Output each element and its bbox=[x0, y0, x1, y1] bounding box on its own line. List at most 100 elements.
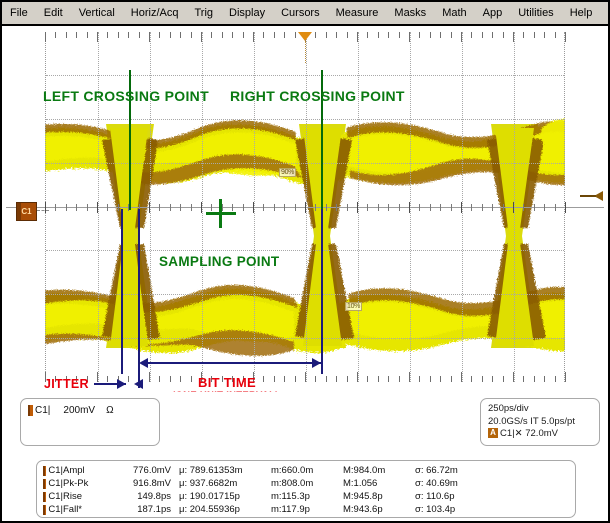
bit-time-arrow-head-left bbox=[139, 358, 148, 368]
graticule-edge-tick bbox=[55, 32, 56, 38]
table-row[interactable]: C1| Pk-Pk 916.8mV μ: 937.6682m m:808.0m … bbox=[43, 477, 575, 490]
axis-tick-minor bbox=[180, 204, 181, 211]
axis-tick-minor bbox=[492, 204, 493, 211]
channel-color-chip-icon bbox=[43, 505, 46, 515]
sampling-point-marker-v bbox=[219, 199, 222, 228]
graticule-edge-tick bbox=[357, 372, 358, 382]
graticule-edge-tick bbox=[243, 32, 244, 38]
axis-tick-minor bbox=[336, 204, 337, 211]
graticule-edge-tick bbox=[388, 32, 389, 38]
menu-item-app[interactable]: App bbox=[476, 5, 510, 21]
measurement-stdev: σ: 103.4p bbox=[415, 504, 485, 515]
graticule-edge-tick bbox=[378, 32, 379, 38]
measurement-source-label: C1 bbox=[48, 504, 60, 515]
menu-item-trig[interactable]: Trig bbox=[187, 5, 220, 21]
bit-time-arrow-head-right bbox=[312, 358, 321, 368]
menu-item-masks[interactable]: Masks bbox=[387, 5, 433, 21]
graticule-edge-tick bbox=[336, 376, 337, 382]
graticule-edge-tick bbox=[149, 32, 150, 42]
axis-tick-minor bbox=[482, 204, 483, 211]
measurement-source-label: C1 bbox=[48, 478, 60, 489]
bit-time-label: BIT TIME bbox=[198, 375, 256, 390]
channel-label: C1 bbox=[35, 405, 48, 416]
graticule-edge-tick bbox=[97, 32, 98, 42]
jitter-arrow-head-left bbox=[134, 379, 143, 389]
graticule-edge-tick bbox=[76, 32, 77, 38]
graticule-edge-tick bbox=[253, 32, 254, 42]
menu-item-file[interactable]: File bbox=[3, 5, 35, 21]
measurement-name: Pk-Pk bbox=[63, 478, 105, 489]
graticule-edge-tick bbox=[451, 376, 452, 382]
graticule-edge-tick bbox=[66, 32, 67, 38]
menu-item-horiz-acq[interactable]: Horiz/Acq bbox=[124, 5, 186, 21]
menu-item-measure[interactable]: Measure bbox=[329, 5, 386, 21]
channel-color-chip-icon bbox=[43, 479, 46, 489]
graticule-edge-tick bbox=[201, 32, 202, 42]
channel-settings-box[interactable]: C1 | 200mV Ω bbox=[20, 398, 160, 446]
axis-tick-minor bbox=[471, 204, 472, 211]
measurement-stdev: σ: 40.69m bbox=[415, 478, 485, 489]
axis-tick-minor bbox=[419, 204, 420, 211]
axis-tick-minor bbox=[503, 204, 504, 211]
menu-item-help[interactable]: Help bbox=[563, 5, 600, 21]
menu-item-edit[interactable]: Edit bbox=[37, 5, 70, 21]
menu-item-buttons[interactable]: Buttons bbox=[601, 5, 610, 21]
graticule-edge-tick bbox=[471, 376, 472, 382]
graticule-edge-tick bbox=[347, 376, 348, 382]
right-crossing-cursor-lower[interactable] bbox=[321, 209, 323, 374]
measurement-min: m:115.3p bbox=[271, 491, 343, 502]
axis-tick-minor bbox=[159, 204, 160, 211]
axis-tick-minor bbox=[523, 204, 524, 211]
measurement-min: m:660.0m bbox=[271, 465, 343, 476]
axis-tick-major bbox=[409, 202, 410, 213]
graticule-edge-tick bbox=[378, 376, 379, 382]
graticule-edge-tick bbox=[45, 32, 46, 42]
axis-tick-major bbox=[305, 202, 306, 213]
graticule-edge-tick bbox=[471, 32, 472, 38]
bit-time-sublabel: (ONE UNIT INTERVAL) bbox=[172, 390, 279, 392]
graticule-edge-tick bbox=[451, 32, 452, 38]
measurement-table[interactable]: C1| Ampl 776.0mV μ: 789.61353m m:660.0m … bbox=[36, 460, 576, 518]
channel-vertical-scale: 200mV bbox=[63, 405, 95, 416]
graticule-edge-tick bbox=[555, 32, 556, 38]
graticule-edge-tick bbox=[159, 376, 160, 382]
channel-reference-label: C1 bbox=[21, 207, 31, 216]
graticule-edge-tick bbox=[191, 32, 192, 38]
menu-item-utilities[interactable]: Utilities bbox=[511, 5, 560, 21]
channel-settings-row: C1 | 200mV Ω bbox=[28, 405, 114, 416]
graticule-edge-tick bbox=[523, 376, 524, 382]
mask-10-percent-label: 10% bbox=[345, 302, 362, 311]
graticule-edge-tick bbox=[315, 376, 316, 382]
axis-tick-major bbox=[513, 202, 514, 213]
axis-tick-major bbox=[97, 202, 98, 213]
axis-tick-minor bbox=[295, 204, 296, 211]
menu-item-math[interactable]: Math bbox=[435, 5, 473, 21]
right-crossing-label: RIGHT CROSSING POINT bbox=[230, 88, 405, 104]
measurement-source: C1| bbox=[43, 504, 63, 515]
measurement-min: m:117.9p bbox=[271, 504, 343, 515]
graticule-edge-tick bbox=[97, 372, 98, 382]
graticule-edge-tick bbox=[87, 32, 88, 38]
menu-item-display[interactable]: Display bbox=[222, 5, 272, 21]
graticule-edge-tick bbox=[159, 32, 160, 38]
measurement-max: M:984.0m bbox=[343, 465, 415, 476]
channel-reference-marker[interactable]: C1 bbox=[16, 202, 37, 221]
waveform-display[interactable]: C1 LEFT CROSSING POINT RIGHT CROSSING PO… bbox=[2, 28, 608, 392]
axis-tick-minor bbox=[232, 204, 233, 211]
menu-item-cursors[interactable]: Cursors bbox=[274, 5, 327, 21]
measurement-value: 916.8mV bbox=[105, 478, 179, 489]
graticule-edge-tick bbox=[107, 376, 108, 382]
axis-tick-minor bbox=[544, 204, 545, 211]
trigger-position-marker[interactable] bbox=[298, 32, 312, 41]
table-row[interactable]: C1| Fall* 187.1ps μ: 204.55936p m:117.9p… bbox=[43, 503, 575, 516]
graticule-edge-tick bbox=[180, 376, 181, 382]
axis-tick-minor bbox=[451, 204, 452, 211]
axis-tick-minor bbox=[347, 204, 348, 211]
graticule-edge-tick bbox=[523, 32, 524, 38]
jitter-left-cursor[interactable] bbox=[121, 209, 123, 374]
table-row[interactable]: C1| Rise 149.8ps μ: 190.01715p m:115.3p … bbox=[43, 490, 575, 503]
horizontal-settings-box[interactable]: 250ps/div 20.0GS/s IT 5.0ps/pt AC1|✕ 72.… bbox=[480, 398, 600, 446]
axis-tick-minor bbox=[66, 204, 67, 211]
table-row[interactable]: C1| Ampl 776.0mV μ: 789.61353m m:660.0m … bbox=[43, 464, 575, 477]
menu-item-vertical[interactable]: Vertical bbox=[72, 5, 122, 21]
